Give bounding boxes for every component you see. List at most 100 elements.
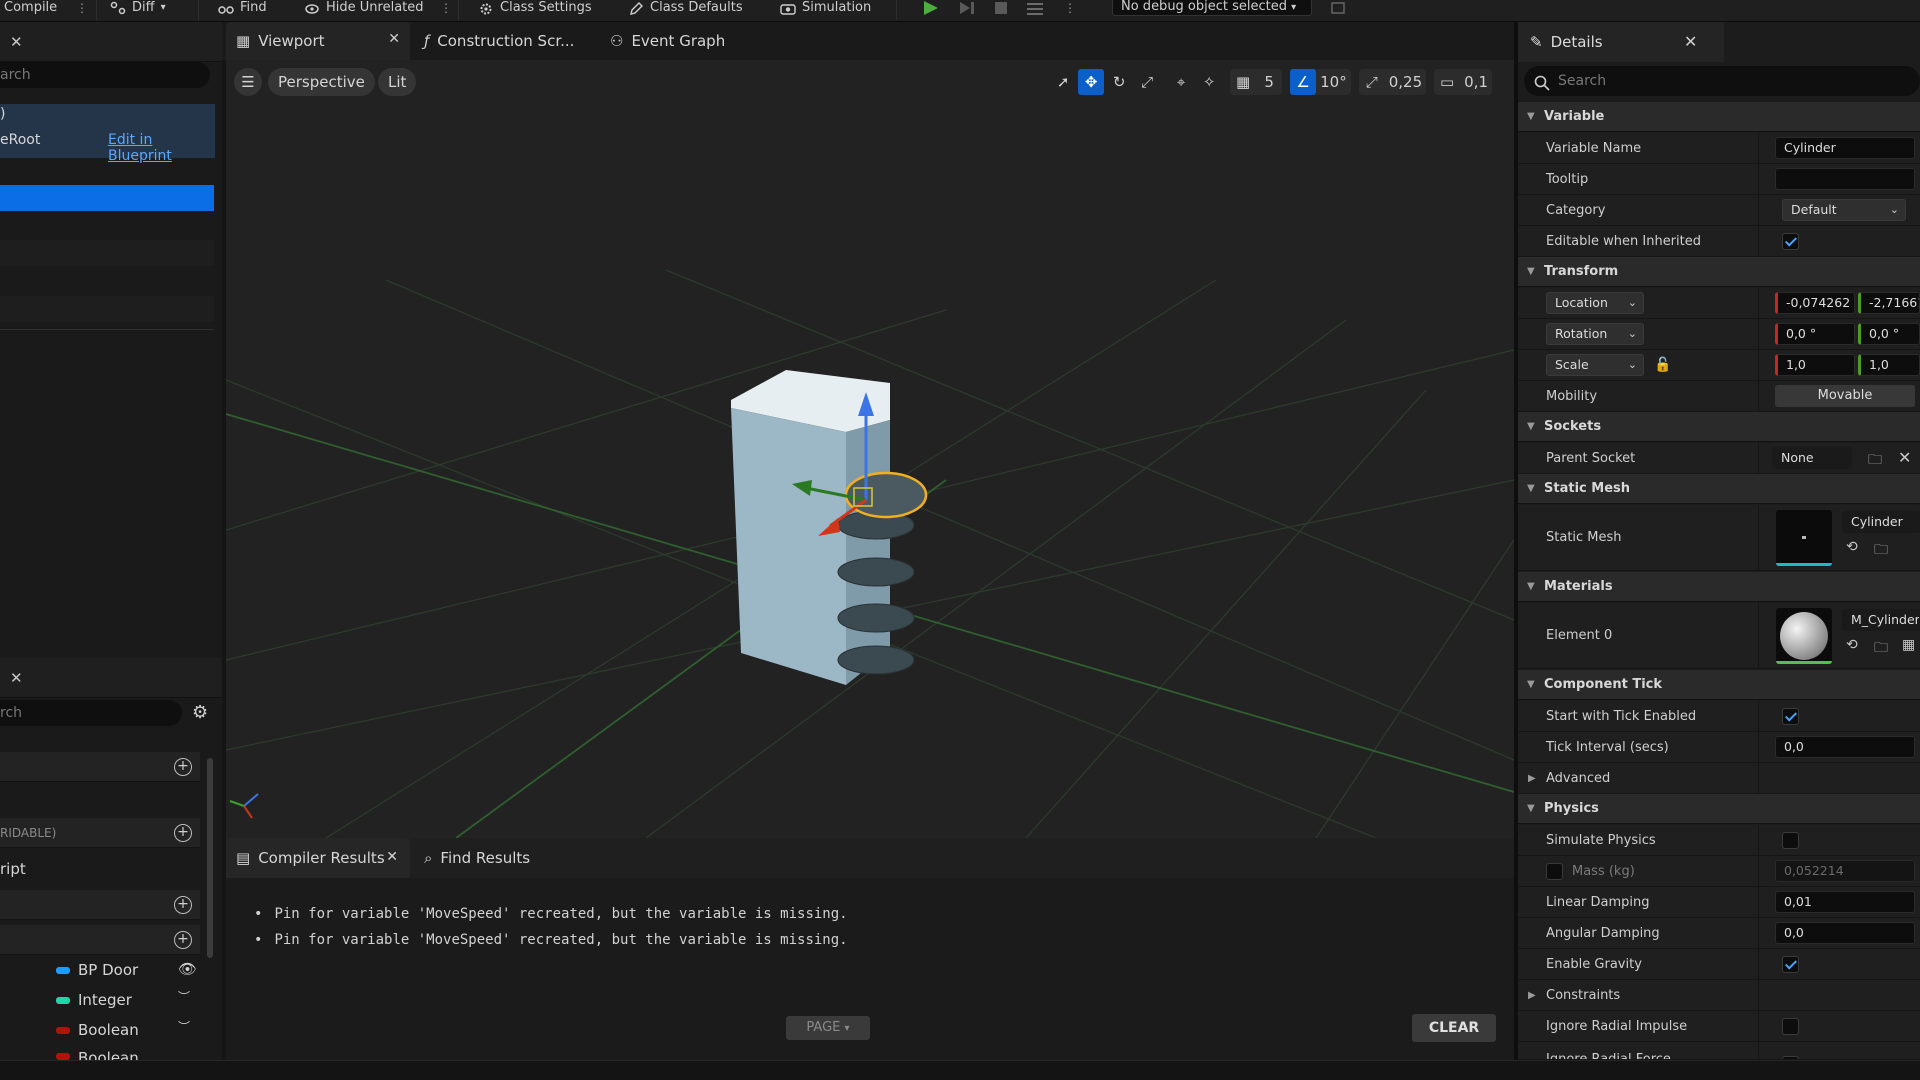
variable-item[interactable]: Boolean xyxy=(56,1019,139,1041)
world-local-icon[interactable]: ⌖ xyxy=(1168,69,1194,95)
scrollbar[interactable] xyxy=(207,758,213,958)
mobility-movable-button[interactable]: Movable xyxy=(1775,385,1915,407)
add-icon[interactable]: + xyxy=(174,824,192,842)
add-icon[interactable]: + xyxy=(174,896,192,914)
scale-snap-icon[interactable]: ⤢ xyxy=(1359,69,1385,95)
grid-size-value[interactable]: 5 xyxy=(1256,69,1282,95)
variable-item[interactable]: Integer xyxy=(56,989,132,1011)
variable-name-input[interactable]: Cylinder xyxy=(1775,137,1915,159)
diff-button[interactable]: Diff ▾ xyxy=(110,0,166,16)
viewport-menu-button[interactable]: ☰ xyxy=(234,68,262,96)
edit-in-blueprint-link[interactable]: Edit in Blueprint xyxy=(108,132,215,164)
translate-tool-icon[interactable]: ✥ xyxy=(1078,69,1105,95)
material-value[interactable]: M_Cylinder xyxy=(1842,609,1920,631)
scale-snap-group[interactable]: ⤢ 0,25 xyxy=(1358,69,1427,95)
debug-object-select[interactable]: No debug object selected ▾ xyxy=(1112,0,1312,16)
prop-constraints[interactable]: ▶ Constraints xyxy=(1518,980,1920,1011)
details-search-input[interactable]: Search xyxy=(1524,66,1920,96)
material-thumbnail[interactable] xyxy=(1776,608,1832,664)
my-blueprint-search-input[interactable]: rch xyxy=(0,700,182,726)
rotation-snap-value[interactable]: 10° xyxy=(1316,69,1351,95)
scale-tool-icon[interactable]: ⤢ xyxy=(1134,69,1160,95)
tick-interval-input[interactable]: 0,0 xyxy=(1775,736,1915,758)
grid-icon[interactable]: ▦ xyxy=(1230,69,1256,95)
close-icon[interactable]: ✕ xyxy=(10,33,23,51)
section-static-mesh[interactable]: ▼ Static Mesh xyxy=(1518,474,1920,504)
expand-icon[interactable]: ▦ xyxy=(1902,637,1915,653)
angular-damping-input[interactable]: 0,0 xyxy=(1775,922,1915,944)
play-menu-icon[interactable] xyxy=(1024,0,1046,16)
section-physics[interactable]: ▼ Physics xyxy=(1518,794,1920,824)
linear-damping-input[interactable]: 0,01 xyxy=(1775,891,1915,913)
components-tab[interactable]: ✕ xyxy=(0,22,222,62)
editable-inherited-checkbox[interactable] xyxy=(1782,233,1799,250)
location-y-input[interactable]: -2,716611 xyxy=(1858,292,1920,314)
step-button[interactable] xyxy=(956,0,978,16)
add-icon[interactable]: + xyxy=(174,931,192,949)
surface-snap-icon[interactable]: ✧ xyxy=(1196,69,1222,95)
scale-snap-value[interactable]: 0,25 xyxy=(1385,69,1426,95)
mesh-thumbnail[interactable] xyxy=(1776,510,1832,566)
scale-y-input[interactable]: 1,0 xyxy=(1858,354,1920,376)
close-icon[interactable]: ✕ xyxy=(386,849,398,865)
camera-speed-group[interactable]: ▭ 0,1 xyxy=(1434,69,1492,95)
rotation-y-input[interactable]: 0,0 ° xyxy=(1858,323,1920,345)
enable-gravity-checkbox[interactable] xyxy=(1782,956,1799,973)
add-icon[interactable]: + xyxy=(174,758,192,776)
hide-unrelated-button[interactable]: Hide Unrelated xyxy=(304,0,424,16)
location-select[interactable]: Location ⌄ xyxy=(1546,292,1644,314)
construction-script-item[interactable]: ript xyxy=(0,860,26,878)
rotation-x-input[interactable]: 0,0 ° xyxy=(1775,323,1855,345)
details-tab[interactable]: ✎ Details ✕ xyxy=(1518,22,1724,62)
lock-open-icon[interactable]: 🔓 xyxy=(1654,357,1671,373)
eye-closed-icon[interactable]: ︶ xyxy=(178,1018,190,1035)
viewport-canvas[interactable]: ☰ Perspective Lit ➚ ✥ ↻ ⤢ ⌖ ✧ ▦ 5 ∠ 10° ⤢ 0… xyxy=(226,60,1514,838)
use-selected-icon[interactable]: ⟲ xyxy=(1846,637,1858,653)
selected-component-row[interactable] xyxy=(0,185,214,211)
debug-browse-icon[interactable] xyxy=(1330,0,1346,16)
component-row[interactable] xyxy=(0,240,214,266)
section-materials[interactable]: ▼ Materials xyxy=(1518,572,1920,602)
simulation-button[interactable]: Simulation xyxy=(780,0,871,16)
class-defaults-button[interactable]: Class Defaults xyxy=(628,0,743,16)
tab-construction-script[interactable]: ƒ Construction Scr... xyxy=(414,22,598,60)
perspective-button[interactable]: Perspective xyxy=(268,68,375,96)
tab-compiler-results[interactable]: ▤ Compiler Results ✕ xyxy=(226,838,410,878)
variable-item[interactable]: BP Door xyxy=(56,959,138,981)
scale-select[interactable]: Scale ⌄ xyxy=(1546,354,1644,376)
mass-override-checkbox[interactable] xyxy=(1546,863,1563,880)
close-icon[interactable]: ✕ xyxy=(1684,32,1697,51)
compile-button[interactable]: Compile xyxy=(4,0,57,16)
stop-button[interactable] xyxy=(990,0,1012,16)
lit-button[interactable]: Lit xyxy=(378,68,417,96)
play-button[interactable] xyxy=(920,0,942,16)
parent-socket-value[interactable]: None xyxy=(1772,447,1852,469)
rotate-tool-icon[interactable]: ↻ xyxy=(1106,69,1132,95)
browse-folder-icon[interactable]: 🗀 xyxy=(1868,449,1882,473)
use-selected-icon[interactable]: ⟲ xyxy=(1846,539,1858,555)
browse-folder-icon[interactable]: 🗀 xyxy=(1874,637,1888,661)
close-icon[interactable]: ✕ xyxy=(10,669,23,687)
static-mesh-value[interactable]: Cylinder xyxy=(1842,511,1920,533)
section-component-tick[interactable]: ▼ Component Tick xyxy=(1518,670,1920,700)
tab-find-results[interactable]: ⌕ Find Results xyxy=(414,838,554,878)
variables-category-row[interactable]: + xyxy=(0,925,200,955)
simulate-physics-checkbox[interactable] xyxy=(1782,832,1799,849)
start-tick-checkbox[interactable] xyxy=(1782,708,1799,725)
component-row[interactable] xyxy=(0,296,214,322)
hide-options-icon[interactable]: ⋮ xyxy=(440,0,452,16)
camera-icon[interactable]: ▭ xyxy=(1434,69,1460,95)
components-search-input[interactable]: arch xyxy=(0,62,210,88)
location-x-input[interactable]: -0,074262 xyxy=(1775,292,1855,314)
macros-category-row[interactable]: + xyxy=(0,890,200,920)
grid-snap-group[interactable]: ▦ 5 xyxy=(1230,69,1283,95)
eye-closed-icon[interactable]: ︶ xyxy=(178,988,190,1005)
page-button[interactable]: PAGE ▾ xyxy=(786,1016,870,1040)
gear-icon[interactable]: ⚙ xyxy=(192,702,208,723)
section-sockets[interactable]: ▼ Sockets xyxy=(1518,412,1920,442)
section-transform[interactable]: ▼ Transform xyxy=(1518,257,1920,287)
tab-event-graph[interactable]: ⚇ Event Graph xyxy=(600,22,760,60)
section-variable[interactable]: ▼ Variable xyxy=(1518,102,1920,132)
ignore-radial-impulse-checkbox[interactable] xyxy=(1782,1018,1799,1035)
compile-options-icon[interactable]: ⋮ xyxy=(76,0,88,16)
